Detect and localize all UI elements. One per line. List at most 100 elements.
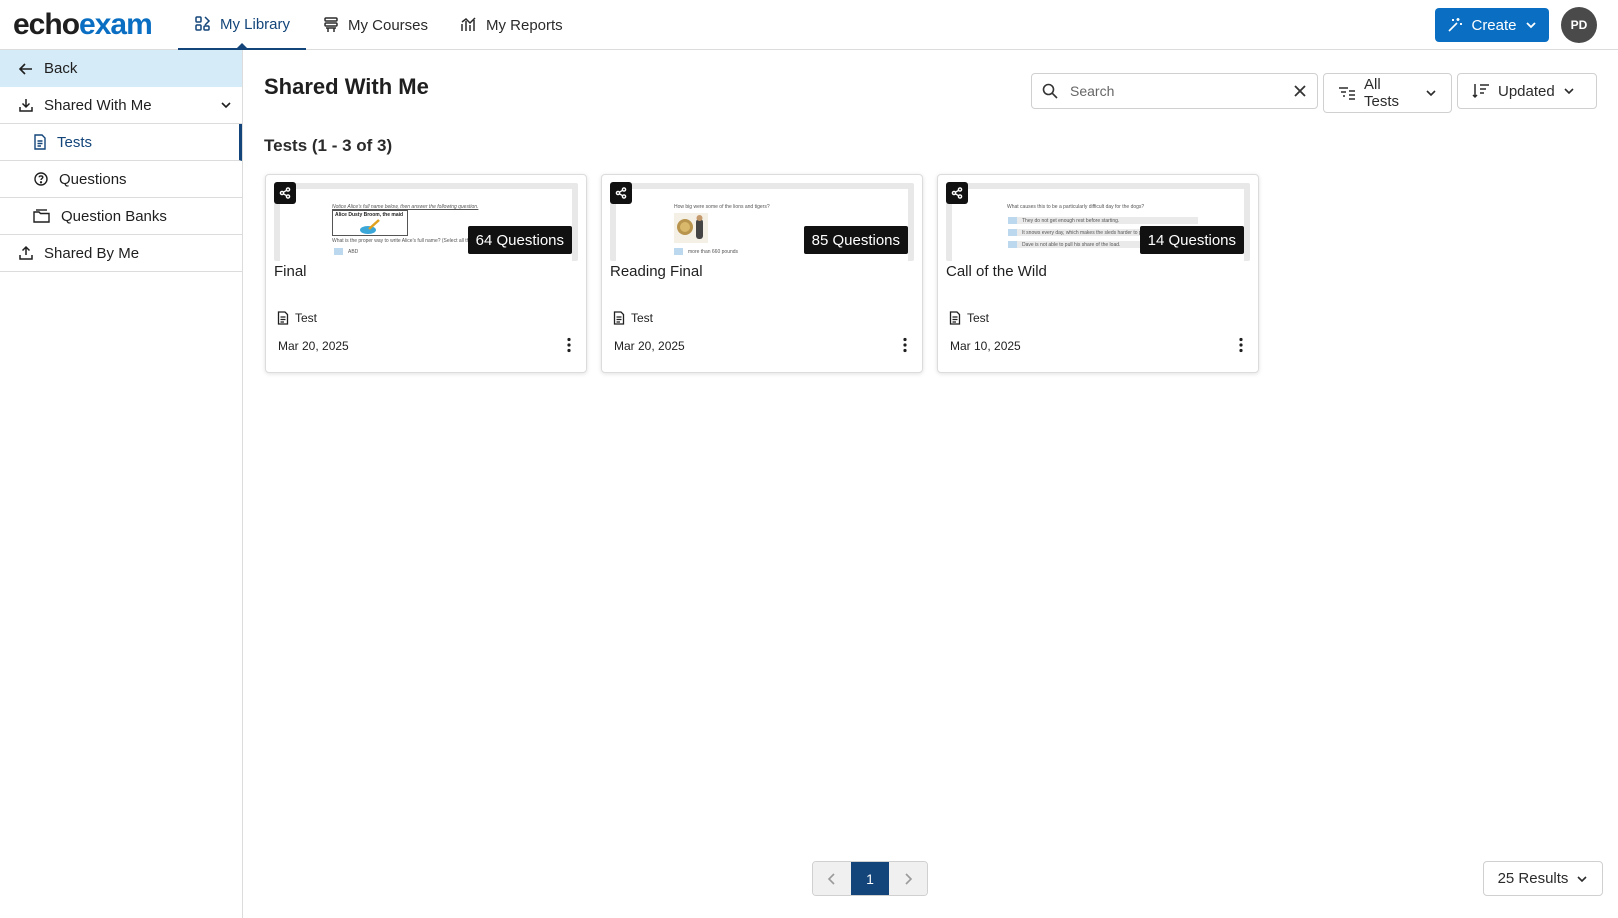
next-page-button[interactable] xyxy=(889,862,927,895)
test-doc-icon xyxy=(33,134,47,150)
search-input[interactable] xyxy=(1070,83,1280,99)
thumbnail-option-box xyxy=(1008,241,1017,248)
sidebar-item-shared-by-me[interactable]: Shared By Me xyxy=(0,235,242,272)
chevron-left-icon xyxy=(827,872,837,886)
back-label: Back xyxy=(44,60,78,77)
test-doc-icon xyxy=(277,311,289,325)
tab-my-library-label: My Library xyxy=(220,15,291,33)
thumbnail-text: Alice Dusty Broom, the maid xyxy=(335,212,404,218)
chevron-down-icon[interactable] xyxy=(220,99,232,111)
thumbnail-option-box xyxy=(1008,229,1017,236)
tab-my-courses[interactable]: My Courses xyxy=(306,0,444,50)
card-type: Test xyxy=(949,311,989,325)
tab-my-library[interactable]: My Library xyxy=(178,0,307,50)
avatar[interactable]: PD xyxy=(1561,7,1597,43)
share-icon xyxy=(274,182,296,204)
question-count-badge: 85 Questions xyxy=(803,226,908,254)
courses-icon xyxy=(322,16,340,34)
thumbnail-option-box xyxy=(1008,217,1017,224)
test-card[interactable]: How big were some of the lions and tiger… xyxy=(601,174,923,373)
sidebar-item-tests[interactable]: Tests xyxy=(0,124,242,161)
test-card[interactable]: What causes this to be a particularly di… xyxy=(937,174,1259,373)
library-icon xyxy=(194,15,212,33)
sidebar-item-shared-by-me-label: Shared By Me xyxy=(44,244,140,262)
magic-wand-icon xyxy=(1447,17,1463,33)
card-title: Final xyxy=(274,263,307,280)
sidebar-item-shared-with-me[interactable]: Shared With Me xyxy=(0,87,242,124)
card-title: Reading Final xyxy=(610,263,703,280)
sidebar-item-tests-label: Tests xyxy=(57,133,93,151)
chevron-right-icon xyxy=(903,872,913,886)
pagination: 1 xyxy=(812,861,928,896)
thumbnail-option-box xyxy=(674,248,683,255)
create-button[interactable]: Create xyxy=(1435,8,1549,42)
search-field[interactable] xyxy=(1031,73,1318,109)
chevron-down-icon xyxy=(1576,873,1588,885)
card-type: Test xyxy=(613,311,653,325)
thumbnail-name-box: Alice Dusty Broom, the maid xyxy=(332,210,408,236)
download-tray-icon xyxy=(18,97,34,113)
question-bank-icon xyxy=(33,208,51,224)
sidebar-item-shared-with-me-label: Shared With Me xyxy=(44,96,152,114)
test-doc-icon xyxy=(613,311,625,325)
more-options-icon[interactable] xyxy=(566,337,572,353)
tab-my-reports[interactable]: My Reports xyxy=(444,0,579,50)
arrow-left-icon xyxy=(18,61,34,77)
tab-my-courses-label: My Courses xyxy=(348,16,429,34)
card-title: Call of the Wild xyxy=(946,263,1047,280)
share-icon xyxy=(946,182,968,204)
thumbnail-text: What causes this to be a particularly di… xyxy=(1007,204,1145,210)
thumbnail-option-box xyxy=(334,248,343,255)
test-doc-icon xyxy=(949,311,961,325)
sort-label: Updated xyxy=(1498,82,1555,100)
clear-icon[interactable] xyxy=(1293,84,1307,98)
card-date: Mar 10, 2025 xyxy=(950,339,1021,353)
thumbnail-text: It snows every day, which makes the sled… xyxy=(1022,230,1149,236)
sidebar: Back Shared With Me Tests Questions Ques… xyxy=(0,50,243,918)
test-card[interactable]: Notice Alice's full name below, then ans… xyxy=(265,174,587,373)
sidebar-item-question-banks-label: Question Banks xyxy=(61,207,167,225)
sort-dropdown[interactable]: Updated xyxy=(1457,73,1597,109)
logo-text-echo: echo xyxy=(13,8,80,41)
logo-text-exam: exam xyxy=(79,8,153,41)
results-heading: Tests (1 - 3 of 3) xyxy=(264,136,393,155)
card-type-label: Test xyxy=(631,311,654,325)
question-count-badge: 64 Questions xyxy=(467,226,572,254)
sidebar-item-questions-label: Questions xyxy=(59,170,127,188)
page-number-button[interactable]: 1 xyxy=(851,862,889,895)
question-icon xyxy=(33,171,49,187)
sort-icon xyxy=(1472,83,1490,99)
filter-dropdown[interactable]: All Tests xyxy=(1323,73,1452,113)
back-button[interactable]: Back xyxy=(0,50,242,87)
filter-icon xyxy=(1338,85,1356,101)
card-type-label: Test xyxy=(295,311,318,325)
chevron-down-icon xyxy=(1563,85,1575,97)
page-title: Shared With Me xyxy=(264,74,429,99)
results-per-page-dropdown[interactable]: 25 Results xyxy=(1483,861,1603,896)
more-options-icon[interactable] xyxy=(902,337,908,353)
create-button-label: Create xyxy=(1471,16,1517,34)
filter-label: All Tests xyxy=(1364,76,1400,110)
reports-icon xyxy=(460,16,478,34)
results-per-page-label: 25 Results xyxy=(1497,870,1569,887)
chevron-down-icon xyxy=(1425,87,1437,99)
thumbnail-text: What is the proper way to write Alice's … xyxy=(332,238,473,244)
sidebar-item-question-banks[interactable]: Question Banks xyxy=(0,198,242,235)
more-options-icon[interactable] xyxy=(1238,337,1244,353)
previous-page-button[interactable] xyxy=(813,862,851,895)
chevron-down-icon xyxy=(1525,19,1537,31)
search-icon xyxy=(1042,83,1058,99)
card-date: Mar 20, 2025 xyxy=(614,339,685,353)
thumbnail-text: Dave is not able to pull his share of th… xyxy=(1022,242,1121,248)
sidebar-item-questions[interactable]: Questions xyxy=(0,161,242,198)
lion-tiger-image xyxy=(674,213,708,243)
upload-tray-icon xyxy=(18,245,34,261)
share-icon xyxy=(610,182,632,204)
tab-my-reports-label: My Reports xyxy=(486,16,563,34)
thumbnail-text: They do not get enough rest before start… xyxy=(1022,218,1120,224)
thumbnail-text: How big were some of the lions and tiger… xyxy=(674,204,770,210)
question-count-badge: 14 Questions xyxy=(1139,226,1244,254)
broom-icon xyxy=(359,219,381,235)
thumbnail-text: more than 660 pounds xyxy=(688,249,739,255)
echoexam-logo[interactable]: echoexam xyxy=(13,7,153,43)
